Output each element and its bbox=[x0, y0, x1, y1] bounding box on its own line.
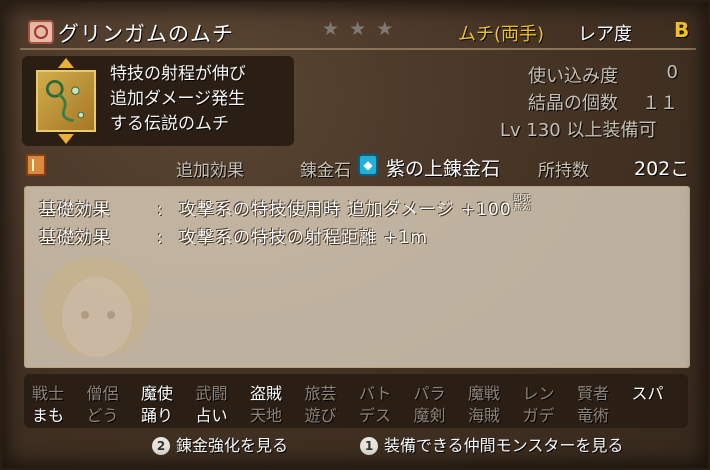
job-1-5: 盗賊 bbox=[250, 384, 283, 403]
job-1-1: 戦士 bbox=[32, 384, 65, 403]
view-alchemy-label: 錬金強化を見る bbox=[176, 436, 289, 455]
job-1-12: スパ bbox=[631, 384, 664, 403]
weapon-type: ムチ(両手) bbox=[458, 24, 545, 45]
item-header: グリンガムのムチ ★ ★ ★ ムチ(両手) レア度 B bbox=[20, 12, 696, 50]
job-1-11: 賢者 bbox=[577, 384, 610, 403]
button-2-icon: 2 bbox=[152, 437, 170, 455]
view-monsters-label: 装備できる仲間モンスターを見る bbox=[384, 436, 624, 455]
usage-label: 使い込み度 bbox=[528, 66, 618, 87]
effect-line: 基礎効果: 攻撃系の特技使用時 追加ダメージ +100即死 無効 bbox=[39, 194, 532, 221]
job-2-10: ガデ bbox=[522, 406, 555, 425]
effect-text: 攻撃系の特技の射程距離 +1m bbox=[179, 228, 429, 248]
item-description-box: 特技の射程が伸び 追加ダメージ発生 する伝説のムチ bbox=[22, 56, 294, 146]
crystal-stat: 結晶の個数 １１ bbox=[478, 89, 678, 114]
usage-stat: 使い込み度 0 bbox=[478, 62, 678, 87]
rarity-value: B bbox=[674, 18, 690, 42]
job-2-5: 天地 bbox=[250, 406, 283, 425]
extra-effect-label: 追加効果 bbox=[176, 161, 244, 181]
alchemy-stone-icon: ◆ bbox=[358, 154, 378, 176]
effect-text: 攻撃系の特技使用時 追加ダメージ +100 bbox=[179, 200, 512, 220]
character-portrait-watermark bbox=[40, 257, 150, 357]
job-1-3: 魔使 bbox=[141, 384, 174, 403]
effect-label: 基礎効果 bbox=[39, 228, 111, 248]
item-name: グリンガムのムチ bbox=[58, 22, 234, 46]
scroll-down-arrow-icon[interactable] bbox=[58, 134, 74, 144]
job-1-2: 僧侶 bbox=[86, 384, 119, 403]
job-2-1: まも bbox=[32, 406, 65, 425]
job-2-11: 竜術 bbox=[577, 406, 610, 425]
button-1-icon: 1 bbox=[360, 437, 378, 455]
job-2-7: デス bbox=[359, 406, 392, 425]
usage-value: 0 bbox=[666, 62, 678, 83]
job-1-10: レン bbox=[522, 384, 555, 403]
description-line: 追加ダメージ発生 bbox=[110, 89, 246, 109]
equippable-jobs-panel: 戦士 僧侶 魔使 武闘 盗賊 旅芸 バト パラ 魔戦 レン 賢者 スパまも どう 踊り 占い 天地 遊び デス 魔剣… bbox=[24, 374, 688, 428]
effects-panel: 基礎効果: 攻撃系の特技使用時 追加ダメージ +100即死 無効 基礎効果: 攻撃系… bbox=[24, 186, 690, 368]
alchemy-stone-name: 紫の上錬金石 bbox=[386, 158, 501, 180]
description-line: 特技の射程が伸び bbox=[110, 64, 246, 84]
scroll-up-arrow-icon[interactable] bbox=[58, 58, 74, 68]
job-2-9: 海賊 bbox=[468, 406, 501, 425]
job-1-9: 魔戦 bbox=[468, 384, 501, 403]
star-icon: ★ bbox=[376, 18, 396, 40]
item-description: 特技の射程が伸び 追加ダメージ発生 する伝説のムチ bbox=[110, 62, 246, 137]
job-2-3: 踊り bbox=[141, 406, 174, 425]
rarity-stars: ★ ★ ★ bbox=[322, 18, 395, 40]
job-1-7: バト bbox=[359, 384, 392, 403]
owned-count-value: 202こ bbox=[634, 158, 690, 180]
book-icon bbox=[26, 154, 46, 176]
job-2-6: 遊び bbox=[304, 406, 337, 425]
owned-count-label: 所持数 bbox=[538, 161, 589, 181]
effect-line: 基礎効果: 攻撃系の特技の射程距離 +1m bbox=[39, 223, 428, 248]
job-2-2: どう bbox=[86, 406, 119, 425]
crystal-label: 結晶の個数 bbox=[528, 93, 618, 114]
effect-label: 基礎効果 bbox=[39, 200, 111, 220]
level-requirement: Lv 130 以上装備可 bbox=[500, 120, 657, 141]
crystal-value: １１ bbox=[642, 93, 678, 114]
item-category-icon bbox=[28, 20, 54, 44]
rarity-label: レア度 bbox=[578, 24, 632, 45]
effect-badge: 即死 無効 bbox=[513, 194, 532, 211]
whip-icon bbox=[36, 70, 96, 132]
job-1-6: 旅芸 bbox=[304, 384, 337, 403]
alchemy-row: 追加効果 錬金石 ◆ 紫の上錬金石 所持数 202こ bbox=[22, 152, 698, 182]
job-1-4: 武闘 bbox=[195, 384, 228, 403]
star-icon: ★ bbox=[349, 18, 369, 40]
description-line: する伝説のムチ bbox=[110, 114, 229, 134]
star-icon: ★ bbox=[322, 18, 342, 40]
view-alchemy-button[interactable]: 2 錬金強化を見る bbox=[152, 432, 288, 456]
job-2-4: 占い bbox=[195, 406, 228, 425]
alchemy-stone-label: 錬金石 bbox=[300, 161, 351, 181]
job-2-8: 魔剣 bbox=[413, 406, 446, 425]
job-1-8: パラ bbox=[413, 384, 446, 403]
item-detail-window: グリンガムのムチ ★ ★ ★ ムチ(両手) レア度 B 特技の射程が伸び 追加ダメ… bbox=[0, 0, 710, 470]
view-monsters-button[interactable]: 1 装備できる仲間モンスターを見る bbox=[360, 432, 623, 456]
